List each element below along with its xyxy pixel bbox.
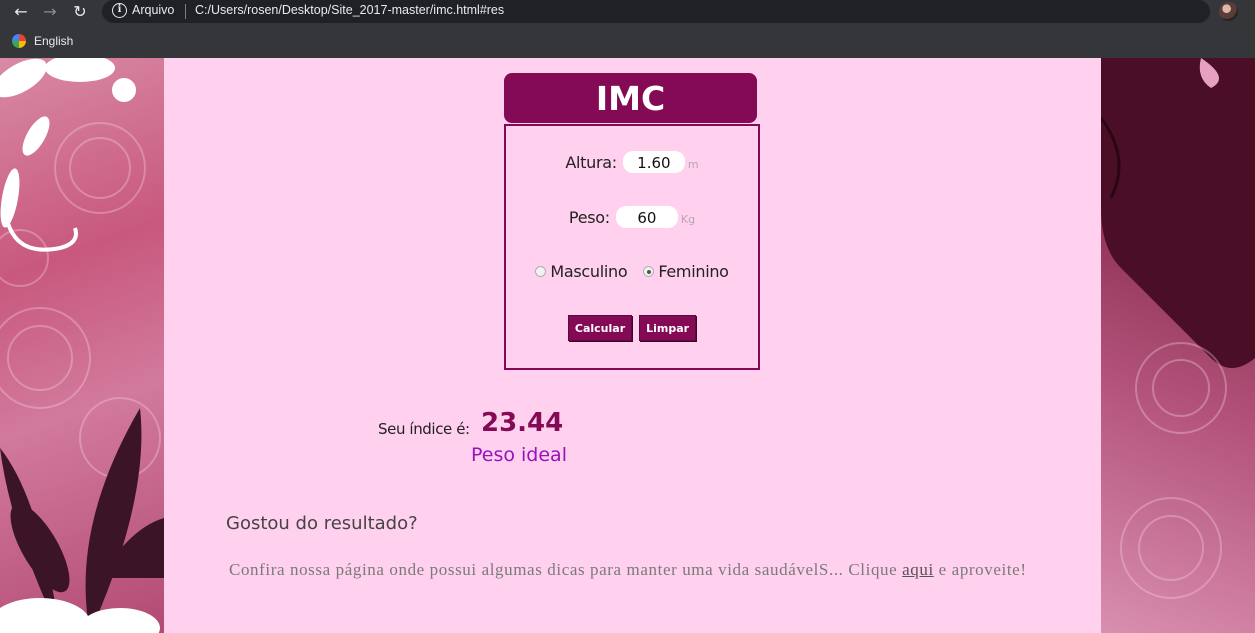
silhouette-decoration-right: [1101, 58, 1255, 599]
result-value: 23.44: [481, 408, 564, 438]
info-icon[interactable]: i: [112, 3, 127, 18]
calcular-button[interactable]: Calcular: [567, 315, 633, 341]
forward-icon[interactable]: →: [40, 2, 60, 22]
address-separator: [185, 4, 186, 19]
bookmark-favicon-icon: [12, 34, 26, 48]
cta-link-aqui[interactable]: aqui: [902, 560, 934, 579]
back-icon[interactable]: ←: [11, 2, 31, 22]
limpar-button[interactable]: Limpar: [639, 315, 697, 341]
navigation-bar: ← → ↻ i Arquivo C:/Users/rosen/Desktop/S…: [0, 0, 1255, 24]
profile-avatar[interactable]: [1219, 2, 1238, 21]
bookmark-label: English: [34, 34, 74, 48]
bookmarks-bar: English: [0, 30, 1255, 52]
address-bar[interactable]: i Arquivo C:/Users/rosen/Desktop/Site_20…: [102, 0, 1210, 23]
browser-chrome: ← → ↻ i Arquivo C:/Users/rosen/Desktop/S…: [0, 0, 1255, 58]
reload-icon[interactable]: ↻: [70, 2, 90, 22]
sex-options-row: Masculino Feminino: [506, 262, 758, 281]
radio-feminino[interactable]: [643, 266, 655, 277]
url-text[interactable]: C:/Users/rosen/Desktop/Site_2017-master/…: [195, 3, 504, 17]
cta-text-after: e aproveite!: [933, 560, 1027, 579]
cta-text-before: Confira nossa página onde possui algumas…: [229, 560, 903, 579]
radio-label-masculino: Masculino: [550, 262, 628, 281]
altura-row: Altura: m: [506, 151, 758, 173]
altura-label: Altura:: [565, 152, 617, 172]
scheme-label: Arquivo: [132, 3, 175, 17]
cta-paragraph: Confira nossa página onde possui algumas…: [210, 560, 1070, 580]
altura-unit: m: [687, 158, 699, 171]
left-decorative-background: [0, 58, 164, 633]
floral-decoration-left: [0, 58, 164, 633]
cta-title: Gostou do resultado?: [226, 513, 418, 534]
peso-input[interactable]: [615, 206, 678, 228]
buttons-row: Calcular Limpar: [506, 315, 758, 341]
peso-label: Peso:: [568, 207, 610, 227]
altura-input[interactable]: [622, 151, 685, 173]
peso-row: Peso: Kg: [506, 206, 758, 228]
main-content: IMC Altura: m Peso: Kg Masculino Feminin…: [164, 58, 1101, 633]
peso-unit: Kg: [680, 213, 696, 226]
result-status: Peso ideal: [471, 444, 567, 466]
imc-form: Altura: m Peso: Kg Masculino Feminino Ca…: [504, 124, 760, 370]
radio-label-feminino: Feminino: [658, 262, 729, 281]
bookmark-english[interactable]: English: [12, 32, 73, 50]
radio-masculino[interactable]: [535, 266, 547, 277]
result-label: Seu índice é:: [378, 420, 470, 438]
form-title: IMC: [504, 73, 757, 123]
right-decorative-background: [1101, 58, 1255, 633]
